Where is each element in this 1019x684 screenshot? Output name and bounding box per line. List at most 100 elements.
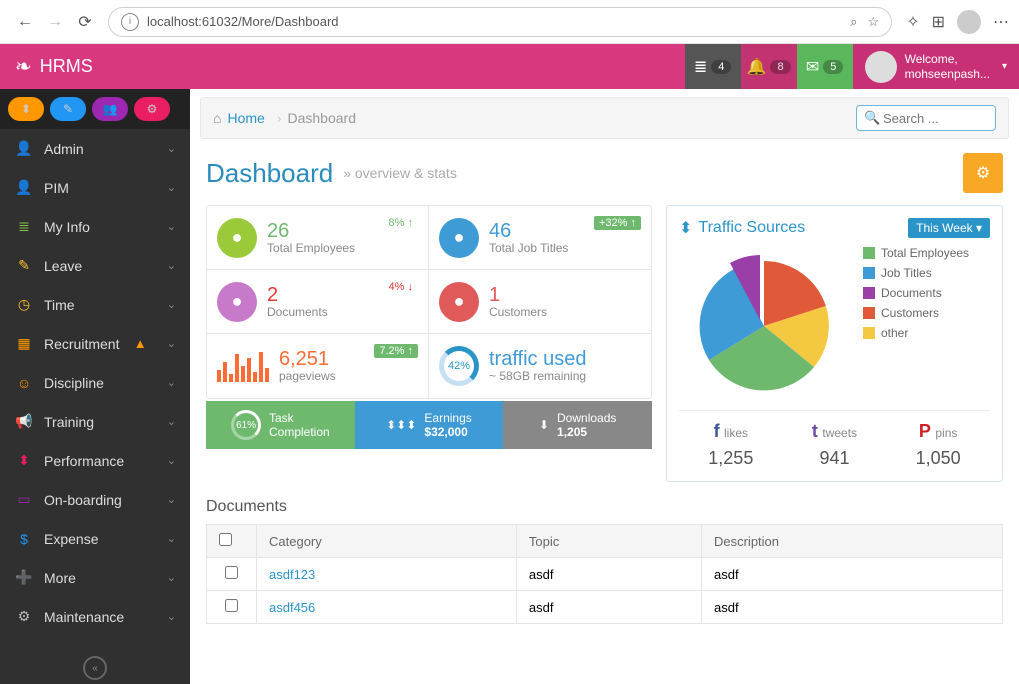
home-icon: ⌂ [213,110,221,126]
description-cell: asdf [701,591,1002,624]
refresh-button[interactable]: ⟳ [70,7,100,37]
brand[interactable]: ❧ HRMS [0,54,108,79]
stat-value: 26 [267,221,355,241]
table-row: asdf456 asdf asdf [207,591,1003,624]
checkbox-all[interactable] [219,533,232,546]
stat-value: 46 [489,221,568,241]
sidebar-item-discipline[interactable]: ☺ Discipline ⌄ [0,363,190,402]
legend-label: other [881,326,908,340]
pie-chart [679,246,849,396]
chevron-down-icon: ⌄ [167,571,176,584]
sidebar-item-expense[interactable]: $ Expense ⌄ [0,519,190,558]
quick-icons: ⬍ ✎ 👥 ⚙ [0,89,190,129]
social-icon: f [714,421,720,441]
downloads-cell[interactable]: ⬇ Downloads1,205 [503,401,652,449]
info-icon: i [121,13,139,31]
page-settings-button[interactable]: ⚙ [963,153,1003,193]
sidebar-item-recruitment[interactable]: ▦ Recruitment ▲ ⌄ [0,324,190,363]
stat-label: Customers [489,305,547,319]
earnings-cell[interactable]: ⬍⬍⬍ Earnings$32,000 [355,401,504,449]
stat-footer: 61% TaskCompletion ⬍⬍⬍ Earnings$32,000 ⬇… [206,401,652,449]
social-value: 941 [812,448,857,469]
stat-cell[interactable]: ●1Customers [429,270,651,334]
social-icon: P [919,421,931,441]
sidebar-item-on-boarding[interactable]: ▭ On-boarding ⌄ [0,480,190,519]
sidebar-item-maintenance[interactable]: ⚙ Maintenance ⌄ [0,597,190,636]
row-checkbox[interactable] [225,599,238,612]
stat-icon: ● [217,218,257,258]
avatar [865,51,897,83]
more-icon[interactable]: ⋯ [993,12,1009,32]
sidebar-collapse[interactable]: « [0,656,190,680]
quick-stats-icon[interactable]: ⬍ [8,97,44,121]
sidebar-item-leave[interactable]: ✎ Leave ⌄ [0,246,190,285]
menu-label: Time [44,297,75,313]
legend-item: other [863,326,969,340]
chevron-down-icon: ⌄ [167,415,176,428]
social-label: tweets [822,426,857,440]
stats-grid: ●26Total Employees8% ↑●46Total Job Title… [206,205,652,399]
stat-cell[interactable]: ●26Total Employees8% ↑ [207,206,429,270]
stat-icon: ● [439,282,479,322]
social-stat: P pins1,050 [916,421,961,469]
sidebar-item-training[interactable]: 📢 Training ⌄ [0,402,190,441]
stat-cell[interactable]: 42%traffic used~ 58GB remaining [429,334,651,398]
legend-label: Total Employees [881,246,969,260]
stat-value: 6,251 [279,349,336,369]
breadcrumb-home[interactable]: Home [227,110,264,126]
stat-cell[interactable]: ●2Documents4% ↓ [207,270,429,334]
legend-item: Job Titles [863,266,969,280]
page-subtitle: overview & stats [343,165,457,181]
favorites-icon[interactable]: ✧ [906,12,919,32]
collections-icon[interactable]: ⊞ [932,12,945,32]
favorite-icon[interactable]: ☆ [868,14,880,30]
quick-edit-icon[interactable]: ✎ [50,97,86,121]
sidebar-item-admin[interactable]: 👤 Admin ⌄ [0,129,190,168]
header-messages-button[interactable]: ✉ 5 [797,44,853,89]
sidebar-item-more[interactable]: ➕ More ⌄ [0,558,190,597]
quick-users-icon[interactable]: 👥 [92,97,128,121]
menu-icon: ⬍ [14,452,34,469]
legend-item: Total Employees [863,246,969,260]
chevron-down-icon: ⌄ [167,337,176,350]
app-header: ❧ HRMS ≣ 4 🔔 8 ✉ 5 Welcome, mohseenpash.… [0,44,1019,89]
profile-icon[interactable] [957,10,981,34]
sidebar-item-performance[interactable]: ⬍ Performance ⌄ [0,441,190,480]
envelope-icon: ✉ [806,57,819,77]
menu-icon: 👤 [14,179,34,196]
chevron-down-icon: ⌄ [167,532,176,545]
stat-cell[interactable]: ●46Total Job Titles+32% ↑ [429,206,651,270]
page-title: Dashboard [206,158,333,189]
user-menu[interactable]: Welcome, mohseenpash... ▾ [853,44,1019,89]
legend-item: Documents [863,286,969,300]
menu-label: On-boarding [44,492,122,508]
sidebar-item-pim[interactable]: 👤 PIM ⌄ [0,168,190,207]
social-row: f likes1,255t tweets941P pins1,050 [679,410,990,469]
category-link[interactable]: asdf123 [269,567,315,582]
social-stat: f likes1,255 [708,421,753,469]
stat-cell[interactable]: 6,251pageviews7.2% ↑ [207,334,429,398]
chevron-down-icon: ⌄ [167,181,176,194]
sidebar-item-time[interactable]: ◷ Time ⌄ [0,285,190,324]
address-bar[interactable]: i localhost:61032/More/Dashboard ⌕ ☆ [108,7,892,37]
stat-icon: ● [439,218,479,258]
task-pct: 61% [231,410,261,440]
traffic-dropdown[interactable]: This Week ▾ [908,218,990,238]
category-link[interactable]: asdf456 [269,600,315,615]
menu-icon: ➕ [14,569,34,586]
header-notifications-button[interactable]: 🔔 8 [741,44,797,89]
header-tasks-button[interactable]: ≣ 4 [685,44,741,89]
sidebar-item-my-info[interactable]: ≣ My Info ⌄ [0,207,190,246]
menu-label: More [44,570,76,586]
quick-settings-icon[interactable]: ⚙ [134,97,170,121]
row-checkbox[interactable] [225,566,238,579]
stat-badge: 7.2% ↑ [374,344,418,358]
breadcrumb: ⌂ Home › Dashboard 🔍 [200,97,1009,139]
back-button[interactable]: ← [10,7,40,37]
forward-button[interactable]: → [40,7,70,37]
chevron-down-icon: ⌄ [167,376,176,389]
menu-icon: 👤 [14,140,34,157]
brand-text: HRMS [40,56,93,77]
task-completion-cell[interactable]: 61% TaskCompletion [206,401,355,449]
key-icon[interactable]: ⌕ [850,14,857,30]
